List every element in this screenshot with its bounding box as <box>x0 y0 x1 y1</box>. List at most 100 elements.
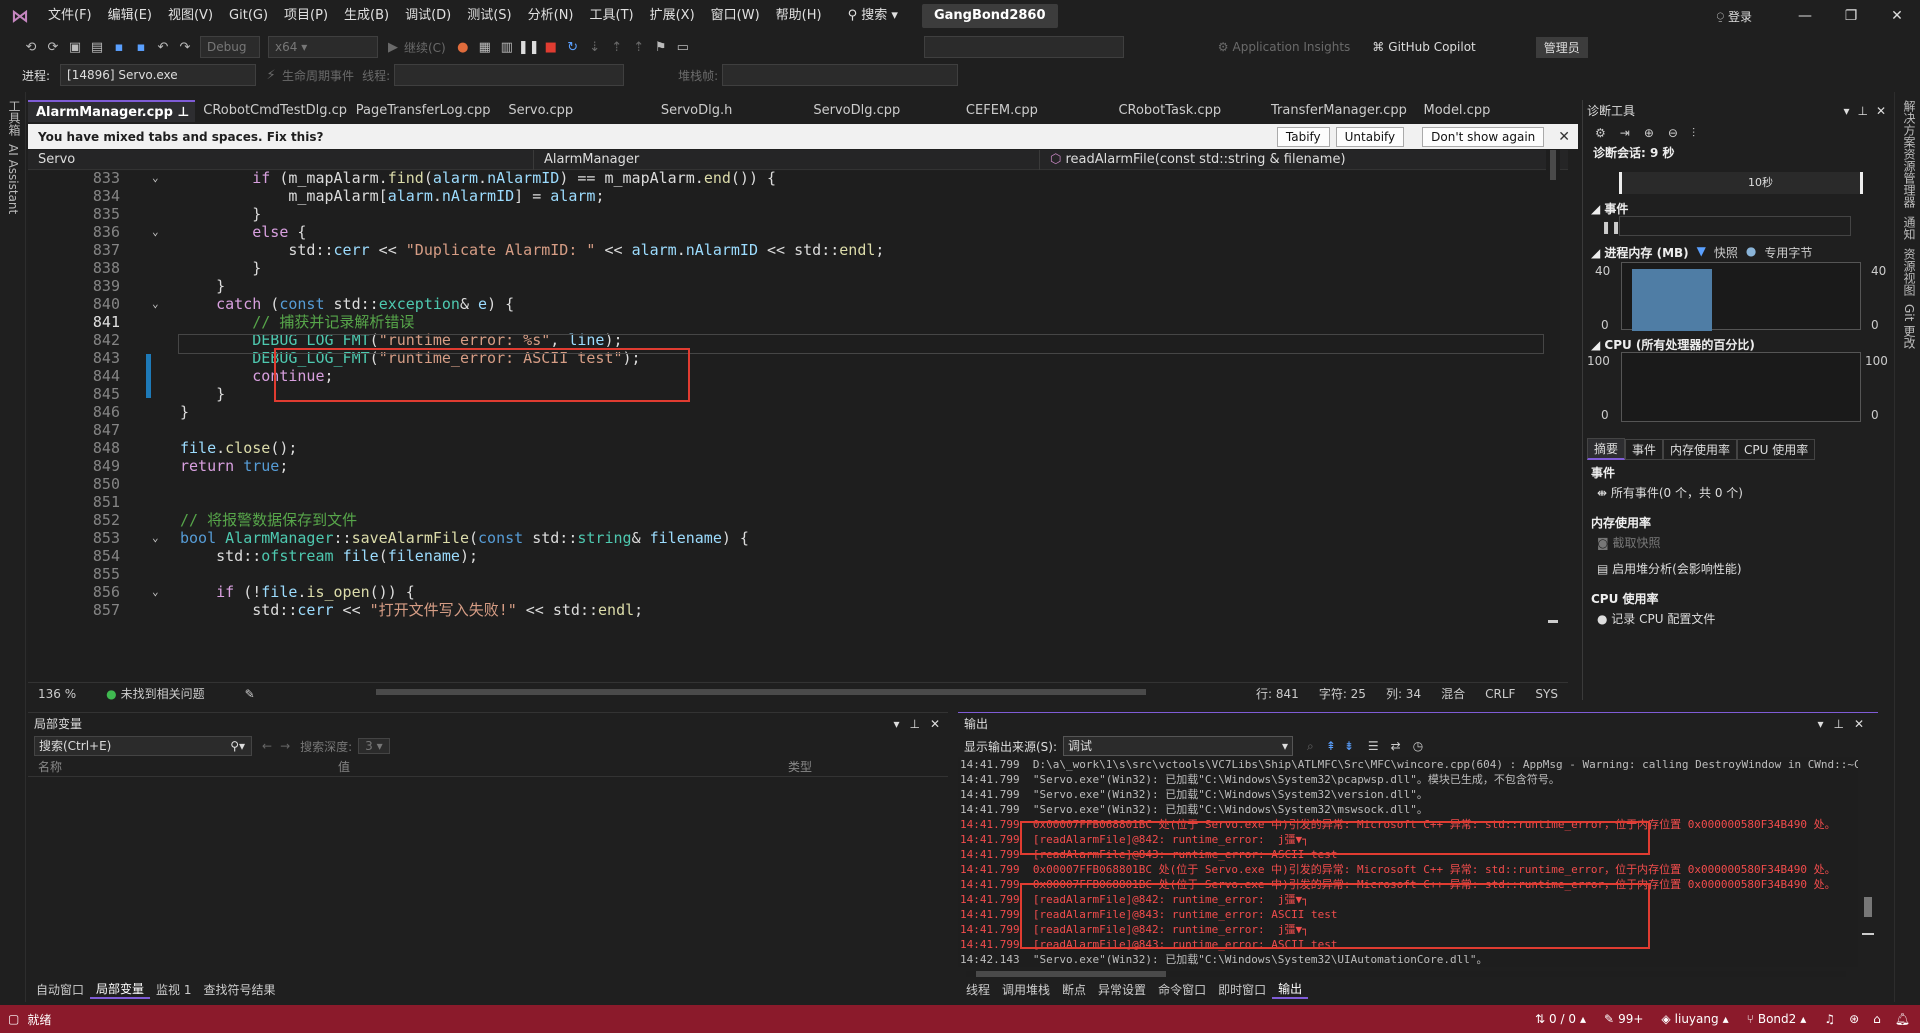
output-vertical-scrollbar[interactable] <box>1862 757 1874 967</box>
encoding[interactable]: SYS <box>1525 687 1568 701</box>
step-icon[interactable]: ⇣ <box>584 40 606 55</box>
diag-tab[interactable]: 摘要 <box>1587 438 1626 460</box>
step-out-icon[interactable]: ⇡ <box>628 40 650 55</box>
brush-icon[interactable]: ✎ <box>245 687 255 701</box>
bottom-tab[interactable]: 局部变量 <box>90 980 151 999</box>
diag-close-icon[interactable]: ✕ <box>1876 100 1886 122</box>
doc-tab[interactable]: TransferManager.cpp <box>1263 100 1416 122</box>
infobar-close-icon[interactable]: ✕ <box>1558 129 1570 145</box>
menu-item[interactable]: 生成(B) <box>336 0 397 32</box>
menu-item[interactable]: 文件(F) <box>40 0 100 32</box>
take-snapshot-button[interactable]: ◙ 截取快照 <box>1597 534 1660 551</box>
lifecycle-icon[interactable]: ⚡ <box>260 68 282 83</box>
menu-item[interactable]: Git(G) <box>221 0 276 32</box>
tab-close-icon[interactable]: ⊥ ✕ <box>173 105 195 120</box>
untabify-button[interactable]: Untabify <box>1335 126 1405 147</box>
tabify-button[interactable]: Tabify <box>1276 126 1330 147</box>
bottom-tab[interactable]: 自动窗口 <box>30 981 90 998</box>
changes-count[interactable]: 0 / 0 <box>1549 1012 1576 1026</box>
copilot-icon[interactable]: ⌘ <box>1372 40 1384 54</box>
output-pin-icon[interactable]: ⊥ <box>1833 713 1843 735</box>
locals-close-icon[interactable]: ✕ <box>930 713 940 735</box>
stop-icon[interactable]: ■ <box>540 40 562 55</box>
menu-item[interactable]: 扩展(X) <box>642 0 703 32</box>
clear-all-icon[interactable]: ☰ <box>1368 739 1379 753</box>
find-dropdown[interactable] <box>923 36 1124 58</box>
memory-chart[interactable] <box>1621 262 1861 331</box>
menu-item[interactable]: 工具(T) <box>582 0 642 32</box>
col-value-header[interactable]: 值 <box>338 758 788 775</box>
pause-icon[interactable]: ❚❚ <box>518 40 540 55</box>
bottom-tab[interactable]: 查找符号结果 <box>197 981 281 998</box>
doc-tab[interactable]: AlarmManager.cpp ⊥ ✕ <box>28 100 196 122</box>
doc-tab[interactable]: ServoDlg.cpp <box>805 100 958 122</box>
minimize-button[interactable]: — <box>1782 8 1828 24</box>
locals-forward-icon[interactable]: → <box>280 739 290 753</box>
copilot-label[interactable]: GitHub Copilot <box>1388 40 1475 54</box>
solution-name[interactable]: GangBond2860 <box>921 4 1058 28</box>
device-icon[interactable]: ▦ <box>474 40 496 55</box>
line-ending[interactable]: CRLF <box>1475 687 1525 701</box>
zoom-out-icon[interactable]: ⊖ <box>1668 126 1678 140</box>
branch-name[interactable]: Bond2 <box>1758 1012 1796 1026</box>
next-message-icon[interactable]: ⇟ <box>1344 739 1354 753</box>
new-project-icon[interactable]: ▣ <box>64 40 86 55</box>
doc-tab[interactable]: CEFEM.cpp <box>958 100 1111 122</box>
step-into-icon[interactable]: ⇡ <box>606 40 628 55</box>
search-depth-dropdown[interactable]: 3 ▾ <box>358 738 390 754</box>
login-icon[interactable]: ⍜ <box>1717 9 1724 24</box>
forward-icon[interactable]: ⟳ <box>42 40 64 55</box>
all-events-link[interactable]: ⇼ 所有事件(0 个，共 0 个) <box>1597 484 1743 501</box>
settings-icon[interactable]: ⚙ <box>1595 126 1606 140</box>
locals-back-icon[interactable]: ← <box>262 739 272 753</box>
locals-pin-icon[interactable]: ⊥ <box>909 713 919 735</box>
comment-icon[interactable]: ▭ <box>672 40 694 55</box>
locals-search-input[interactable]: 搜索(Ctrl+E) ⚲▾ <box>34 736 252 756</box>
close-button[interactable]: ✕ <box>1874 8 1920 24</box>
continue-icon[interactable]: ▶ <box>382 40 404 55</box>
undo-icon[interactable]: ↶ <box>152 40 174 55</box>
menu-item[interactable]: 分析(N) <box>520 0 582 32</box>
back-icon[interactable]: ⟲ <box>20 40 42 55</box>
bottom-tab[interactable]: 异常设置 <box>1092 981 1152 998</box>
edits-count[interactable]: 99+ <box>1618 1012 1643 1026</box>
editor-vertical-scrollbar[interactable] <box>1546 150 1560 680</box>
stackframe-dropdown[interactable] <box>722 64 959 86</box>
timeline-ruler[interactable]: 10秒 <box>1619 172 1863 194</box>
locals-dropdown-icon[interactable]: ▾ <box>893 713 899 735</box>
record-cpu-button[interactable]: ● 记录 CPU 配置文件 <box>1597 610 1715 627</box>
diag-dropdown-icon[interactable]: ▾ <box>1843 100 1849 122</box>
timestamp-icon[interactable]: ◷ <box>1413 739 1423 753</box>
bottom-tab[interactable]: 调用堆栈 <box>996 981 1056 998</box>
bottom-tab[interactable]: 输出 <box>1272 980 1309 999</box>
search-box[interactable]: ⚲ 搜索 ▾ <box>840 5 906 27</box>
hot-reload-icon[interactable]: ● <box>452 40 474 55</box>
col-type-header[interactable]: 类型 <box>788 758 812 775</box>
diag-tab[interactable]: CPU 使用率 <box>1737 438 1816 460</box>
continue-label[interactable]: 继续(C) <box>404 39 446 56</box>
bottom-tab[interactable]: 即时窗口 <box>1212 981 1272 998</box>
solution-explorer-tab[interactable]: 解决方案资源管理器 <box>1901 100 1918 208</box>
reset-view-icon[interactable]: ⫶ <box>1692 126 1695 141</box>
col-indicator[interactable]: 列: 34 <box>1376 685 1431 702</box>
thread-dropdown[interactable] <box>394 64 625 86</box>
lifecycle-label[interactable]: 生命周期事件 <box>282 67 354 84</box>
diag-tab[interactable]: 事件 <box>1625 438 1664 460</box>
bottom-tab[interactable]: 监视 1 <box>150 981 197 998</box>
menu-item[interactable]: 视图(V) <box>160 0 221 32</box>
char-indicator[interactable]: 字符: 25 <box>1309 685 1376 702</box>
save-all-icon[interactable]: ▪ <box>130 40 152 55</box>
process-dropdown[interactable]: [14896] Servo.exe <box>60 64 257 86</box>
app-insights-icon[interactable]: ⚙ <box>1218 40 1229 54</box>
code-line[interactable]: 857 std::cerr << "打开文件写入失败!" << std::end… <box>28 599 1558 621</box>
save-icon[interactable]: ▪ <box>108 40 130 55</box>
heap-analysis-button[interactable]: ▤ 启用堆分析(会影响性能) <box>1597 560 1742 577</box>
live-share-icon[interactable]: ⌂ <box>1873 1012 1881 1026</box>
app-insights-label[interactable]: Application Insights <box>1233 40 1351 54</box>
doc-tab[interactable]: CRobotCmdTestDlg.cpp <box>195 100 348 122</box>
dont-show-again-button[interactable]: Don't show again <box>1422 126 1545 147</box>
menu-item[interactable]: 帮助(H) <box>768 0 830 32</box>
col-name-header[interactable]: 名称 <box>38 758 338 775</box>
zoom-in-icon[interactable]: ⊕ <box>1644 126 1654 140</box>
doc-tab[interactable]: ServoDlg.h <box>653 100 806 122</box>
